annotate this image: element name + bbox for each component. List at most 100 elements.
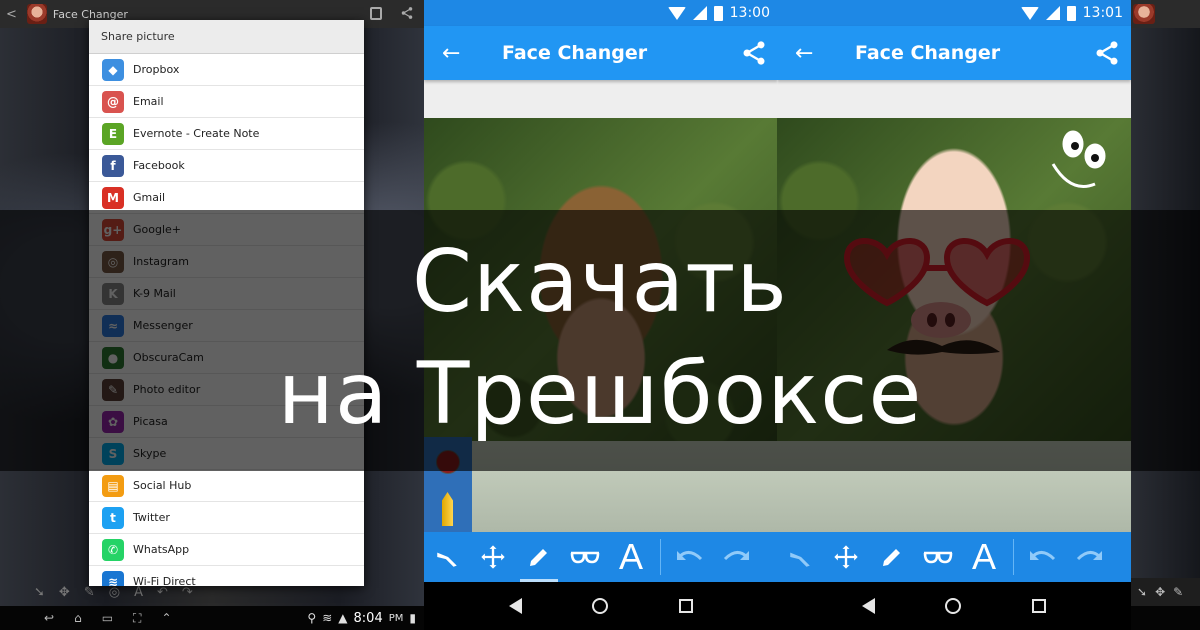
canvas-top-margin xyxy=(424,80,778,118)
text-tool-button[interactable]: A xyxy=(961,532,1007,582)
share-option-label: Facebook xyxy=(133,159,185,172)
nav-recents-icon[interactable]: ▭ xyxy=(102,611,113,626)
headline-line-2: на Трешбоксе xyxy=(277,344,923,444)
evernote-icon: E xyxy=(102,122,124,145)
glasses-tool-icon[interactable]: ◎ xyxy=(109,585,120,600)
share-icon[interactable] xyxy=(400,6,414,20)
nav-up-icon[interactable]: ⌃ xyxy=(161,611,171,626)
text-tool-label: A xyxy=(971,536,996,577)
wifi-icon xyxy=(1020,6,1039,20)
toolbar-divider xyxy=(660,539,661,575)
redo-icon xyxy=(1076,551,1102,561)
editor-toolbar: A xyxy=(424,532,778,582)
share-option[interactable]: ◆ Dropbox xyxy=(89,54,364,86)
text-tool-button[interactable]: A xyxy=(608,532,654,582)
pointer-icon xyxy=(790,552,810,567)
doodle-face-sticker xyxy=(1051,130,1106,188)
glasses-icon xyxy=(570,551,600,564)
pointer-icon xyxy=(437,552,457,567)
text-tool-label: A xyxy=(618,536,643,577)
share-icon[interactable] xyxy=(740,39,768,67)
back-arrow-icon[interactable]: ← xyxy=(442,41,478,66)
share-option[interactable]: f Facebook xyxy=(89,150,364,182)
undo-icon xyxy=(677,551,703,561)
redo-button[interactable] xyxy=(1066,532,1112,582)
battery-icon: ▮ xyxy=(409,611,416,625)
text-tool-icon[interactable]: A xyxy=(134,585,143,600)
tablet-app-title: Face Changer xyxy=(52,7,128,21)
move-tool-icon[interactable]: ✥ xyxy=(1155,585,1165,599)
move-tool-icon[interactable]: ✥ xyxy=(59,585,70,600)
move-tool-button[interactable] xyxy=(823,532,869,582)
nav-home-icon[interactable]: ⌂ xyxy=(74,611,82,626)
move-arrows-icon xyxy=(481,545,505,569)
share-dialog-title: Share picture xyxy=(89,20,364,54)
tablet-system-bar: ↩ ⌂ ▭ ⛶ ⌃ ⚲ ≋ ▲ 8:04 PM ▮ xyxy=(0,606,424,630)
facebook-icon: f xyxy=(102,154,124,177)
headline: Скачать на Трешбоксе xyxy=(0,226,1200,450)
share-option-label: Dropbox xyxy=(133,63,180,76)
share-option[interactable]: ▤ Social Hub xyxy=(89,470,364,502)
status-bar: 13:01 xyxy=(777,0,1131,26)
whatsapp-icon: ✆ xyxy=(102,538,124,561)
undo-button[interactable] xyxy=(667,532,713,582)
social-hub-icon: ▤ xyxy=(102,474,124,497)
twitter-icon: t xyxy=(102,506,124,529)
back-chevron-icon[interactable]: < xyxy=(6,7,17,22)
draw-tool-icon[interactable]: ✎ xyxy=(84,585,95,600)
move-arrows-icon xyxy=(834,545,858,569)
android-nav-bar xyxy=(777,582,1131,630)
tablet-clock-ampm: PM xyxy=(388,612,404,624)
share-option[interactable]: @ Email xyxy=(89,86,364,118)
status-clock: 13:01 xyxy=(1082,5,1123,21)
screenshot-icon[interactable]: ⛶ xyxy=(133,611,141,626)
draw-tool-button[interactable] xyxy=(516,532,562,582)
email-icon: @ xyxy=(102,90,124,113)
tablet-clock: 8:04 xyxy=(353,610,383,626)
redo-icon[interactable]: ↷ xyxy=(182,585,193,600)
save-icon[interactable] xyxy=(370,7,382,20)
select-tool-icon[interactable]: ➘ xyxy=(1137,585,1147,599)
redo-button[interactable] xyxy=(713,532,759,582)
share-option[interactable]: E Evernote - Create Note xyxy=(89,118,364,150)
nav-recents-icon[interactable] xyxy=(678,599,693,613)
share-option-label: Email xyxy=(133,95,164,108)
toolbar-divider xyxy=(1013,539,1014,575)
share-option[interactable]: t Twitter xyxy=(89,502,364,534)
status-bar: 13:00 xyxy=(424,0,778,26)
pointer-tool-button[interactable] xyxy=(777,532,823,582)
back-arrow-icon[interactable]: ← xyxy=(795,41,831,66)
battery-icon xyxy=(713,5,723,21)
select-tool-icon[interactable]: ➘ xyxy=(34,585,45,600)
share-option[interactable]: ✆ WhatsApp xyxy=(89,534,364,566)
nav-back-icon[interactable]: ↩ xyxy=(44,611,54,626)
face-changer-app-icon xyxy=(1133,4,1155,24)
nav-recents-icon[interactable] xyxy=(1031,599,1046,613)
undo-icon[interactable]: ↶ xyxy=(157,585,168,600)
nav-home-icon[interactable] xyxy=(592,598,609,614)
nav-back-icon[interactable] xyxy=(509,598,523,614)
move-tool-button[interactable] xyxy=(470,532,516,582)
editor-toolbar: A xyxy=(777,532,1131,582)
draw-tool-icon[interactable]: ✎ xyxy=(1173,585,1183,599)
screenshot-collage: < Face Changer ➘ ✥ ✎ ◎ A ↶ ↷ ↩ ⌂ ▭ ⛶ ⌃ ⚲… xyxy=(0,0,1200,630)
glasses-tool-button[interactable] xyxy=(562,532,608,582)
pointer-tool-button[interactable] xyxy=(424,532,470,582)
canvas-top-margin xyxy=(777,80,1131,118)
signal-icon: ▲ xyxy=(338,611,348,625)
share-icon[interactable] xyxy=(1093,39,1121,67)
signal-icon xyxy=(692,6,707,20)
nav-back-icon[interactable] xyxy=(862,598,876,614)
status-clock: 13:00 xyxy=(729,5,770,21)
undo-button[interactable] xyxy=(1020,532,1066,582)
pencil-size-icon[interactable] xyxy=(442,492,453,526)
pencil-icon xyxy=(530,549,547,566)
gmail-icon: M xyxy=(102,186,124,209)
undo-icon xyxy=(1030,551,1056,561)
wifi-icon: ≋ xyxy=(322,611,333,625)
nav-home-icon[interactable] xyxy=(945,598,962,614)
glasses-tool-button[interactable] xyxy=(915,532,961,582)
draw-tool-button[interactable] xyxy=(869,532,915,582)
app-title: Face Changer xyxy=(502,42,648,64)
share-option[interactable]: ≋ Wi-Fi Direct xyxy=(89,566,364,586)
